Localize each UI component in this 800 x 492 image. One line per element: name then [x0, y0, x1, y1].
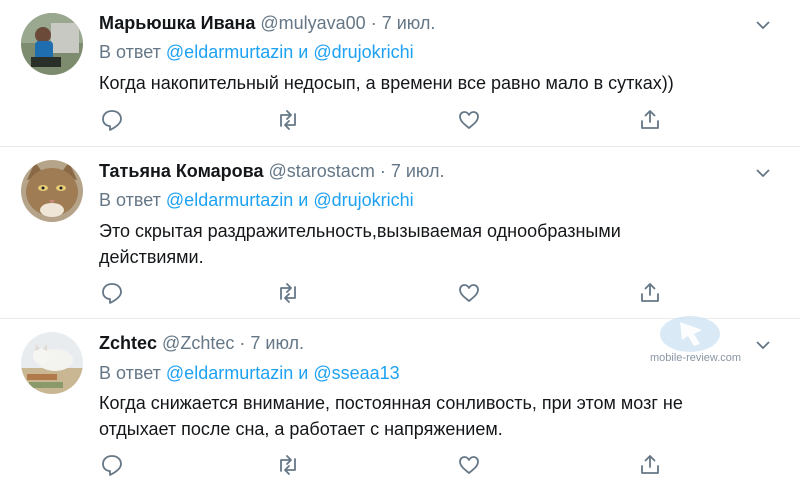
tweet[interactable]: Марьюшка Ивана @mulyava00 · 7 июл. В отв… — [0, 0, 800, 147]
reply-link-user[interactable]: @eldarmurtazin — [166, 42, 293, 62]
reply-prefix: В ответ — [99, 190, 161, 210]
tweet-text: Это скрытая раздражительность,вызываемая… — [99, 218, 779, 270]
reply-prefix: В ответ — [99, 363, 161, 383]
user-handle[interactable]: @starostacm — [269, 161, 375, 181]
reply-link-user[interactable]: @drujokrichi — [313, 190, 413, 210]
reply-icon[interactable] — [99, 452, 125, 478]
tweet-actions — [99, 107, 699, 133]
tweet-actions — [99, 452, 699, 478]
user-handle[interactable]: @Zchtec — [162, 333, 234, 353]
tweet-text-line: Это скрытая раздражительность,вызываемая… — [99, 221, 621, 241]
avatar[interactable] — [21, 160, 83, 222]
tweet-text-line: Когда накопительный недосып, а времени в… — [99, 73, 674, 93]
chevron-down-icon[interactable] — [754, 16, 772, 34]
chevron-down-icon[interactable] — [754, 164, 772, 182]
tweet-text-line: отдыхает после сна, а работает с напряже… — [99, 419, 503, 439]
like-icon[interactable] — [456, 107, 482, 133]
share-icon[interactable] — [637, 452, 663, 478]
tweet-text-line: действиями. — [99, 247, 204, 267]
reply-link-user[interactable]: @eldarmurtazin — [166, 190, 293, 210]
reply-and: и — [298, 190, 309, 210]
reply-icon[interactable] — [99, 280, 125, 306]
reply-context: В ответ @eldarmurtazin и @drujokrichi — [99, 42, 414, 63]
reply-icon[interactable] — [99, 107, 125, 133]
separator-dot: · — [379, 161, 386, 181]
tweet-date[interactable]: 7 июл. — [250, 333, 304, 353]
share-icon[interactable] — [637, 280, 663, 306]
share-icon[interactable] — [637, 107, 663, 133]
retweet-icon[interactable] — [275, 452, 301, 478]
reply-prefix: В ответ — [99, 42, 161, 62]
reply-link-user[interactable]: @sseaa13 — [313, 363, 399, 383]
separator-dot: · — [370, 13, 377, 33]
tweet-header: Татьяна Комарова @starostacm · 7 июл. — [99, 161, 445, 182]
user-name[interactable]: Zchtec — [99, 333, 157, 353]
user-handle[interactable]: @mulyava00 — [260, 13, 365, 33]
user-name[interactable]: Татьяна Комарова — [99, 161, 264, 181]
avatar[interactable] — [21, 13, 83, 75]
separator-dot: · — [239, 333, 246, 353]
tweet-date[interactable]: 7 июл. — [382, 13, 436, 33]
chevron-down-icon[interactable] — [754, 336, 772, 354]
user-name[interactable]: Марьюшка Ивана — [99, 13, 255, 33]
reply-link-user[interactable]: @eldarmurtazin — [166, 363, 293, 383]
tweet-actions — [99, 280, 699, 306]
like-icon[interactable] — [456, 280, 482, 306]
tweet-text: Когда накопительный недосып, а времени в… — [99, 70, 779, 96]
retweet-icon[interactable] — [275, 280, 301, 306]
tweet-header: Марьюшка Ивана @mulyava00 · 7 июл. — [99, 13, 435, 34]
tweet-text-line: Когда снижается внимание, постоянная сон… — [99, 393, 683, 413]
tweet-header: Zchtec @Zchtec · 7 июл. — [99, 333, 304, 354]
tweet[interactable]: Татьяна Комарова @starostacm · 7 июл. В … — [0, 147, 800, 319]
retweet-icon[interactable] — [275, 107, 301, 133]
reply-context: В ответ @eldarmurtazin и @sseaa13 — [99, 363, 400, 384]
reply-and: и — [298, 42, 309, 62]
reply-context: В ответ @eldarmurtazin и @drujokrichi — [99, 190, 414, 211]
watermark-text: mobile-review.com — [650, 352, 742, 364]
reply-link-user[interactable]: @drujokrichi — [313, 42, 413, 62]
tweet-text: Когда снижается внимание, постоянная сон… — [99, 390, 779, 442]
avatar[interactable] — [21, 332, 83, 394]
reply-and: и — [298, 363, 309, 383]
like-icon[interactable] — [456, 452, 482, 478]
tweet-date[interactable]: 7 июл. — [391, 161, 445, 181]
